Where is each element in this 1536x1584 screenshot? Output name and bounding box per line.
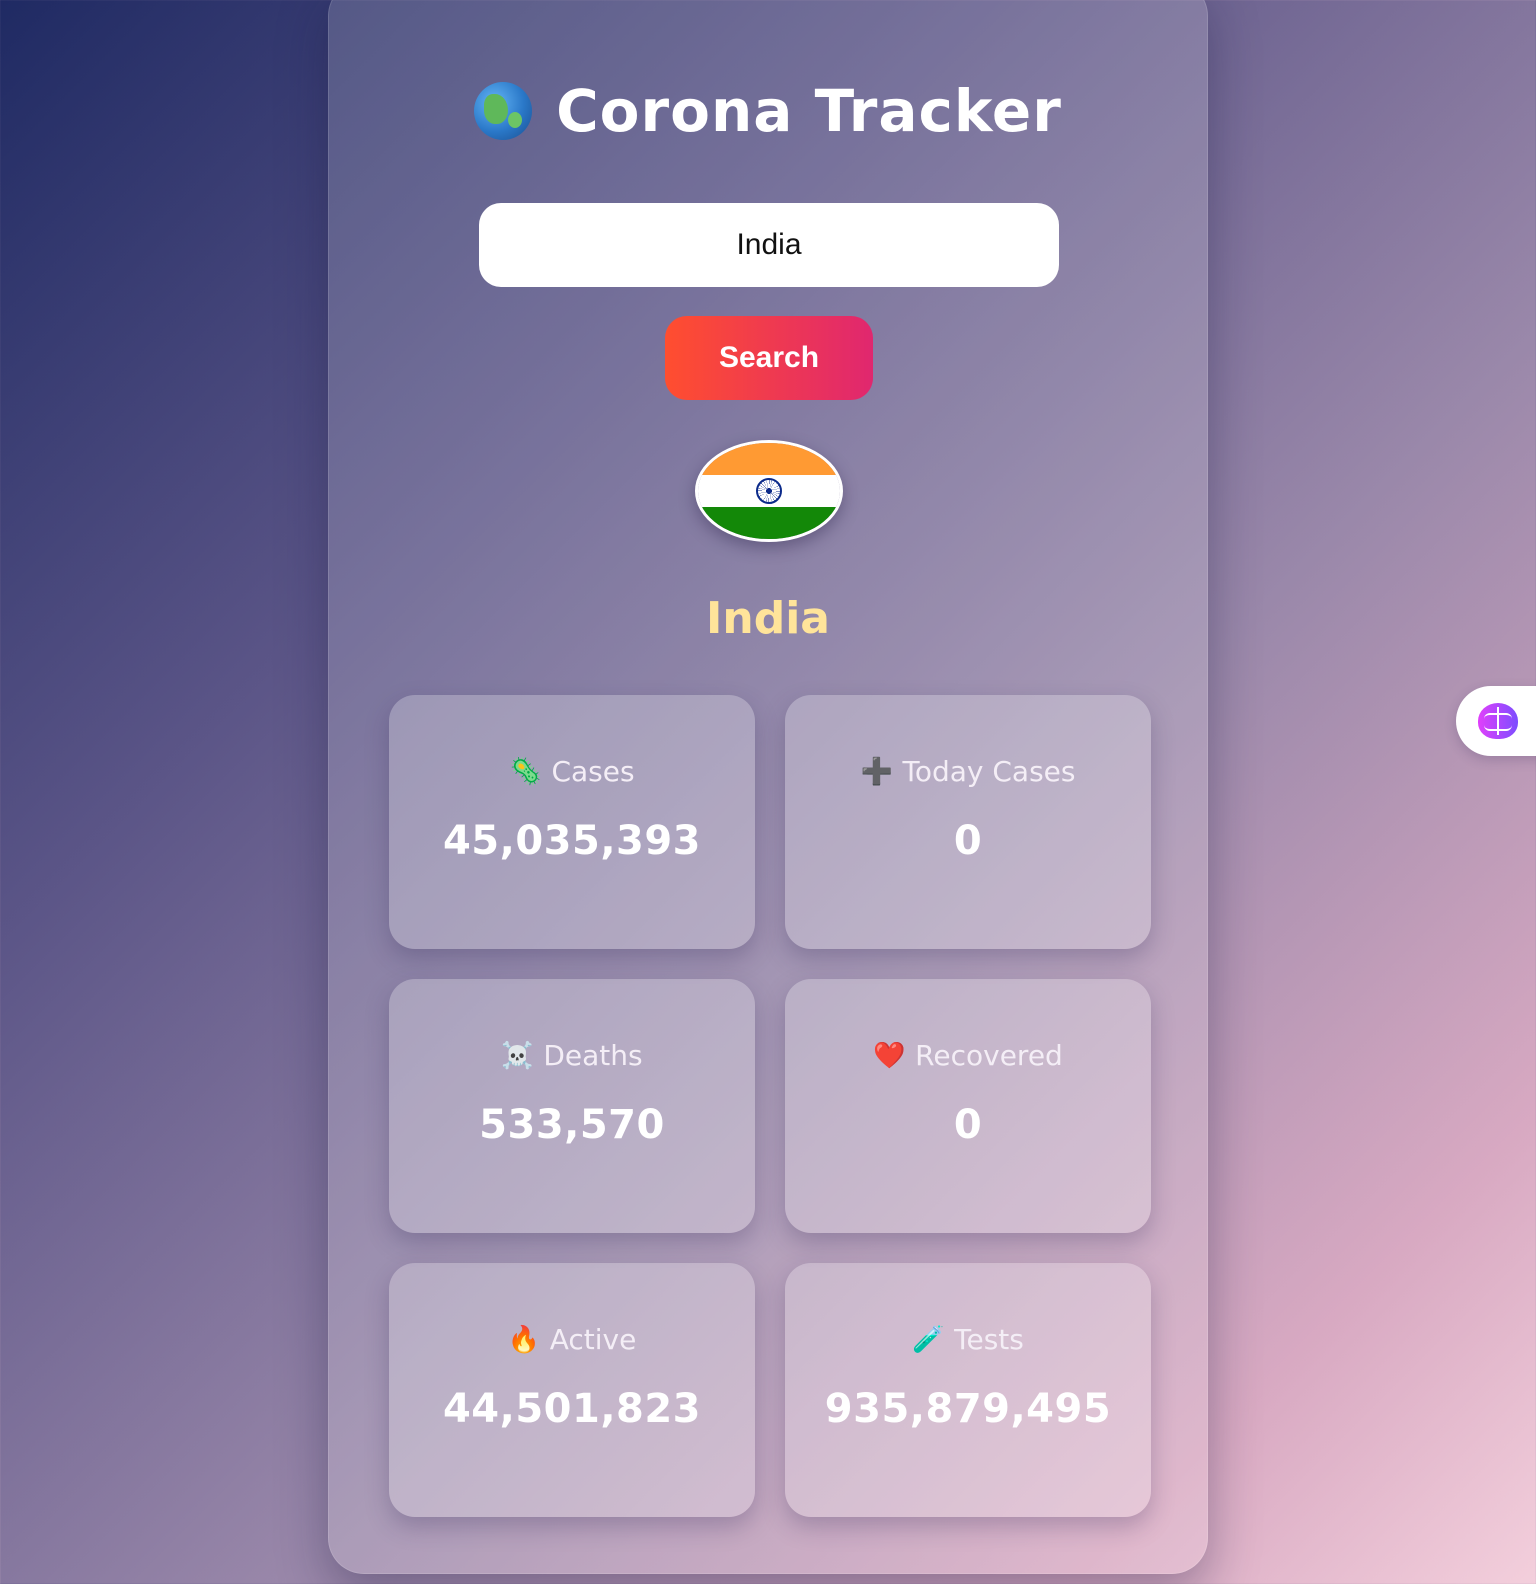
title-row: Corona Tracker <box>329 77 1207 145</box>
stat-label: Today Cases <box>902 755 1076 788</box>
plus-icon: ➕ <box>860 756 893 787</box>
stat-header: 🧪 Tests <box>912 1323 1024 1356</box>
stat-header: 🔥 Active <box>508 1323 637 1356</box>
stat-card-cases: 🦠 Cases 45,035,393 <box>389 695 755 949</box>
stat-label: Recovered <box>915 1039 1063 1072</box>
stats-grid: 🦠 Cases 45,035,393 ➕ Today Cases 0 ☠️ De… <box>389 695 1151 1517</box>
stat-value: 533,570 <box>479 1102 665 1148</box>
stat-header: ➕ Today Cases <box>861 755 1076 788</box>
stat-value: 0 <box>953 818 983 864</box>
stat-value: 935,879,495 <box>824 1386 1112 1432</box>
globe-icon <box>474 82 533 140</box>
stat-label: Cases <box>551 755 635 788</box>
stat-header: ☠️ Deaths <box>501 1039 642 1072</box>
skull-icon: ☠️ <box>501 1040 534 1071</box>
flag-green-band <box>698 507 840 539</box>
stat-value: 0 <box>953 1102 983 1148</box>
search-button[interactable]: Search <box>665 316 873 400</box>
stat-card-active: 🔥 Active 44,501,823 <box>389 1263 755 1517</box>
stat-header: ❤️ Recovered <box>873 1039 1063 1072</box>
stat-label: Deaths <box>543 1039 643 1072</box>
stat-card-recovered: ❤️ Recovered 0 <box>785 979 1151 1233</box>
fire-icon: 🔥 <box>507 1324 541 1355</box>
assistant-widget-button[interactable] <box>1456 686 1536 756</box>
stat-header: 🦠 Cases <box>509 755 634 788</box>
india-flag <box>695 440 843 542</box>
brain-icon <box>1478 703 1518 739</box>
stat-value: 45,035,393 <box>442 818 702 864</box>
country-search-input[interactable] <box>479 203 1059 287</box>
country-name: India <box>706 593 830 644</box>
flag-white-band <box>698 475 840 507</box>
stat-card-tests: 🧪 Tests 935,879,495 <box>785 1263 1151 1517</box>
ashoka-chakra-icon <box>756 478 782 504</box>
test-tube-icon: 🧪 <box>912 1324 945 1355</box>
stat-label: Active <box>549 1323 637 1356</box>
tracker-card: Corona Tracker Search India 🦠 Cases 45,0… <box>328 0 1208 1574</box>
heart-icon: ❤️ <box>873 1040 906 1071</box>
page-title: Corona Tracker <box>556 77 1062 145</box>
stat-label: Tests <box>954 1323 1024 1356</box>
stat-value: 44,501,823 <box>442 1386 702 1432</box>
microbe-icon: 🦠 <box>509 756 542 787</box>
stat-card-today-cases: ➕ Today Cases 0 <box>785 695 1151 949</box>
stat-card-deaths: ☠️ Deaths 533,570 <box>389 979 755 1233</box>
flag-saffron-band <box>698 443 840 475</box>
